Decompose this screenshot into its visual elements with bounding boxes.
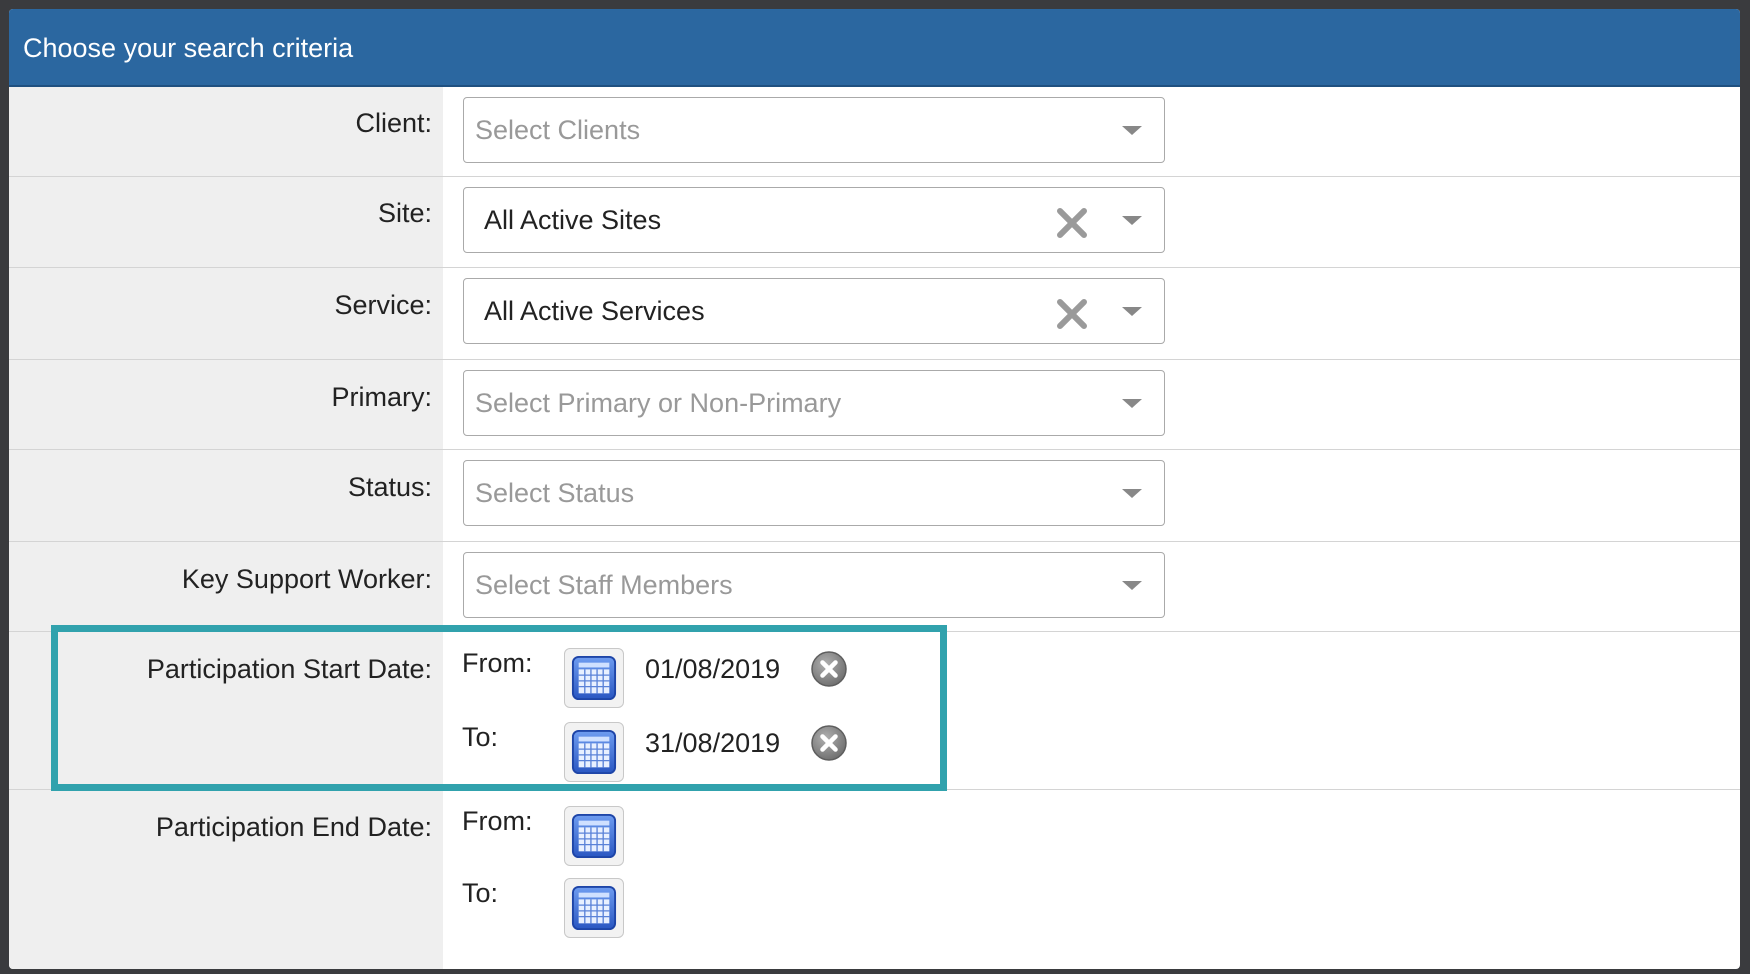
primary-row: Primary: Select Primary or Non-Primary [9, 360, 1740, 450]
key-support-worker-select[interactable]: Select Staff Members [463, 552, 1165, 618]
participation-start-from: From: 01/08/2019 [443, 648, 943, 712]
calendar-icon[interactable] [564, 806, 624, 866]
chevron-down-icon[interactable] [1122, 216, 1142, 225]
status-row: Status: Select Status [9, 450, 1740, 542]
client-select[interactable]: Select Clients [463, 97, 1165, 163]
calendar-icon[interactable] [564, 722, 624, 782]
status-select[interactable]: Select Status [463, 460, 1165, 526]
site-row: Site: All Active Sites [9, 177, 1740, 268]
search-criteria-panel: Choose your search criteria Client: Sele… [9, 9, 1740, 969]
chevron-down-icon[interactable] [1122, 126, 1142, 135]
site-label: Site: [9, 177, 443, 267]
service-label: Service: [9, 268, 443, 359]
service-row: Service: All Active Services [9, 268, 1740, 360]
participation-start-to: To: 31/08/2019 [443, 722, 943, 786]
key-support-worker-label: Key Support Worker: [9, 542, 443, 631]
key-support-worker-row: Key Support Worker: Select Staff Members [9, 542, 1740, 632]
site-select-value: All Active Sites [484, 205, 662, 235]
from-label: From: [462, 806, 533, 836]
chevron-down-icon[interactable] [1122, 307, 1142, 316]
to-label: To: [462, 722, 499, 752]
clear-circle-icon[interactable] [810, 650, 848, 688]
primary-label: Primary: [9, 360, 443, 449]
service-select-value: All Active Services [484, 296, 705, 326]
primary-select-placeholder: Select Primary or Non-Primary [475, 388, 842, 418]
client-row: Client: Select Clients [9, 87, 1740, 177]
service-select[interactable]: All Active Services [463, 278, 1165, 344]
client-select-placeholder: Select Clients [475, 115, 641, 145]
site-select[interactable]: All Active Sites [463, 187, 1165, 253]
client-label: Client: [9, 87, 443, 176]
participation-end-from: From: [443, 806, 943, 870]
status-select-placeholder: Select Status [475, 478, 635, 508]
participation-start-date-row: Participation Start Date: From: 01/08/20… [9, 632, 1740, 790]
calendar-icon[interactable] [564, 878, 624, 938]
participation-start-date-label: Participation Start Date: [9, 632, 443, 789]
chevron-down-icon[interactable] [1122, 489, 1142, 498]
key-support-worker-select-placeholder: Select Staff Members [475, 570, 733, 600]
panel-title: Choose your search criteria [9, 9, 1740, 87]
participation-end-to: To: [443, 878, 943, 942]
start-from-date-value: 01/08/2019 [645, 654, 781, 684]
primary-select[interactable]: Select Primary or Non-Primary [463, 370, 1165, 436]
clear-x-icon[interactable] [1056, 298, 1088, 330]
participation-end-date-label: Participation End Date: [9, 790, 443, 969]
calendar-icon[interactable] [564, 648, 624, 708]
to-label: To: [462, 878, 499, 908]
from-label: From: [462, 648, 533, 678]
start-to-date-value: 31/08/2019 [645, 728, 781, 758]
status-label: Status: [9, 450, 443, 541]
clear-x-icon[interactable] [1056, 207, 1088, 239]
chevron-down-icon[interactable] [1122, 399, 1142, 408]
chevron-down-icon[interactable] [1122, 581, 1142, 590]
clear-circle-icon[interactable] [810, 724, 848, 762]
participation-end-date-row: Participation End Date: From: To: [9, 790, 1740, 969]
